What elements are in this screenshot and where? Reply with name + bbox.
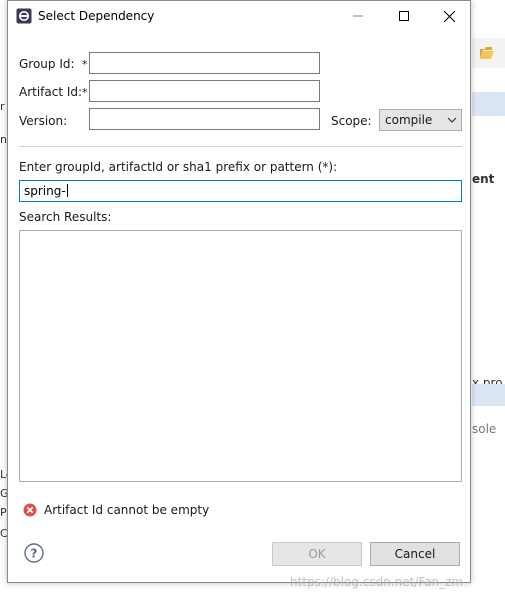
minimize-button[interactable]: [335, 1, 381, 31]
bg-left-text: n: [0, 133, 7, 146]
folder-open-icon: [480, 47, 494, 59]
bg-text-1: ent: [472, 172, 495, 186]
maximize-button[interactable]: [381, 1, 427, 31]
close-button[interactable]: [426, 1, 472, 31]
error-icon: [23, 503, 37, 517]
search-results-list[interactable]: [19, 230, 462, 482]
maximize-icon: [399, 11, 409, 21]
close-icon: [443, 10, 455, 22]
text-caret: [66, 184, 68, 197]
group-id-label: Group Id:: [19, 57, 75, 71]
bg-blue-band-1: [472, 92, 505, 116]
cancel-button[interactable]: Cancel: [370, 542, 460, 566]
bg-text-3: sole: [472, 422, 497, 436]
required-marker: *: [82, 58, 88, 71]
chevron-down-icon: [447, 117, 457, 123]
search-input-value: spring-: [24, 184, 66, 198]
eclipse-app-icon: [16, 8, 32, 24]
select-dependency-dialog: Select Dependency Group Id: * Artifact I…: [7, 0, 471, 583]
required-marker: *: [82, 86, 88, 99]
background-app-right: ent x pro sole: [472, 0, 505, 603]
search-label: Enter groupId, artifactId or sha1 prefix…: [19, 160, 338, 174]
scope-value: compile: [385, 113, 433, 127]
svg-text:?: ?: [31, 547, 38, 561]
window-title: Select Dependency: [38, 9, 155, 23]
group-id-input[interactable]: [89, 52, 320, 74]
bg-toolbar: [472, 38, 505, 68]
search-results-label: Search Results:: [19, 210, 112, 224]
version-input[interactable]: [89, 108, 320, 130]
search-input[interactable]: spring-: [19, 180, 462, 202]
version-label: Version:: [19, 114, 68, 128]
scope-label: Scope:: [331, 114, 372, 128]
error-message: Artifact Id cannot be empty: [44, 503, 210, 517]
ok-button[interactable]: OK: [272, 542, 362, 566]
help-icon[interactable]: ?: [24, 543, 44, 563]
bg-left-text: r: [0, 100, 5, 113]
title-bar[interactable]: Select Dependency: [8, 1, 470, 31]
artifact-id-input[interactable]: [89, 80, 320, 102]
scope-select[interactable]: compile: [379, 109, 462, 131]
artifact-id-label: Artifact Id:: [19, 85, 83, 99]
divider: [19, 146, 462, 147]
watermark: https://blog.csdn.net/Fan_zm: [290, 575, 464, 589]
bg-blue-band-2: [472, 384, 505, 406]
minimize-icon: [353, 15, 363, 17]
